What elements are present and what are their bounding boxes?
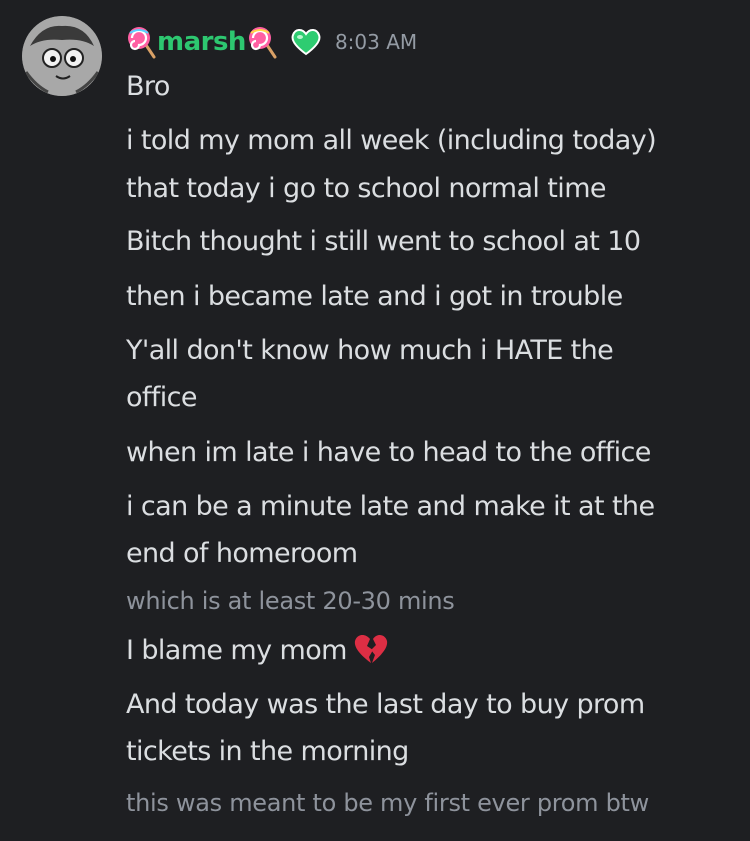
message-line: I blame my mom	[126, 628, 726, 674]
lollipop-icon	[126, 25, 156, 59]
username[interactable]: marsh	[157, 27, 246, 57]
message-line-part: i can be a minute late and make it at th…	[126, 491, 655, 522]
green-heart-icon	[291, 28, 321, 56]
message-line: i can be a minute late and make it at th…	[126, 484, 726, 530]
avatar-icon	[22, 16, 102, 96]
broken-heart-icon	[353, 633, 389, 665]
message-line-part: And today was the last day to buy prom	[126, 689, 645, 720]
message-line: Bro	[126, 71, 170, 102]
message-line-edited: which is at least 20-30 mins	[126, 587, 455, 615]
message-line: then i became late and i got in trouble	[126, 281, 623, 312]
message-line-part: office	[126, 382, 197, 413]
message-line: office	[126, 375, 726, 421]
avatar[interactable]	[22, 16, 102, 96]
timestamp: 8:03 AM	[334, 30, 418, 54]
message-line: i told my mom all week (including today)	[126, 125, 657, 156]
message-line-part: end of homeroom	[126, 538, 358, 569]
message-line: end of homeroom	[126, 531, 726, 577]
message-header: marsh 8:03 AM	[126, 22, 417, 62]
message-line-edited: this was meant to be my first ever prom …	[126, 789, 649, 817]
message-line: tickets in the morning	[126, 729, 726, 775]
message-line: Y'all don't know how much i HATE the	[126, 328, 726, 374]
message-line: Bitch thought i still went to school at …	[126, 226, 641, 257]
message-line: when im late i have to head to the offic…	[126, 437, 651, 468]
message-line-part: tickets in the morning	[126, 736, 409, 767]
lollipop-icon	[247, 25, 277, 59]
message-text: I blame my mom	[126, 635, 347, 666]
message-line: that today i go to school normal time	[126, 173, 607, 204]
message-line: And today was the last day to buy prom	[126, 682, 726, 728]
message-line-part: Y'all don't know how much i HATE the	[126, 335, 614, 366]
